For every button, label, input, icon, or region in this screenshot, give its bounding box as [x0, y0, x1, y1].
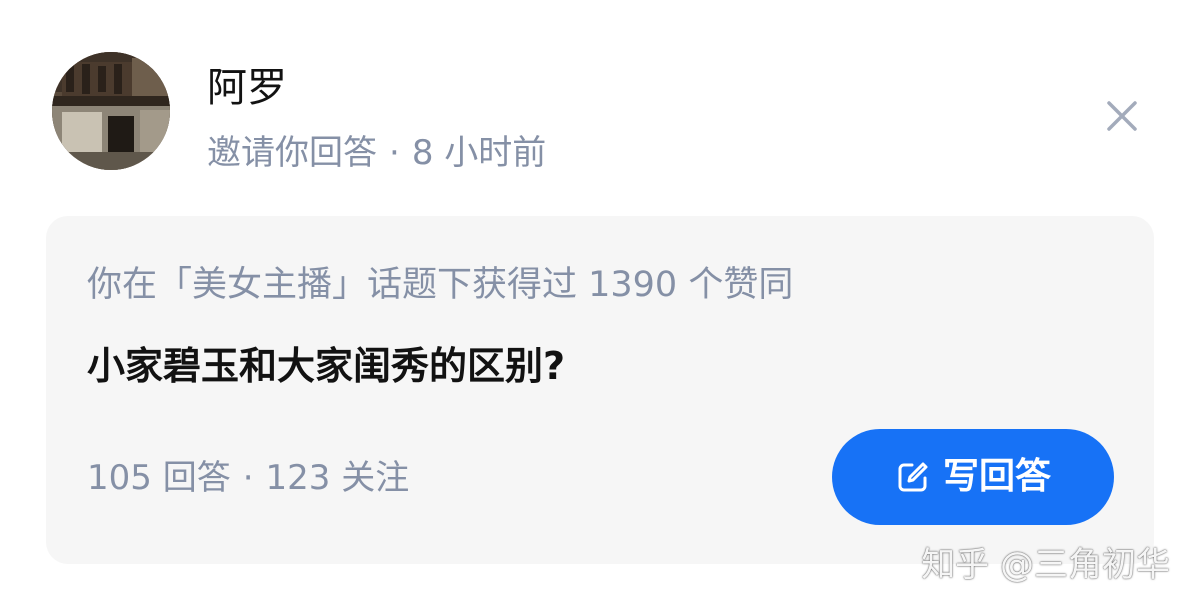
answer-count: 105 回答 — [87, 458, 231, 498]
close-button[interactable] — [1102, 96, 1142, 136]
write-answer-label: 写回答 — [942, 456, 1051, 497]
watermark: 知乎 @三角初华 — [921, 545, 1170, 585]
invitation-action: 邀请你回答 — [207, 133, 377, 173]
stats-separator: · — [242, 458, 254, 498]
write-answer-button[interactable]: 写回答 — [832, 429, 1114, 525]
edit-icon — [895, 459, 931, 495]
user-name[interactable]: 阿罗 — [207, 62, 287, 114]
avatar-photo — [52, 52, 170, 170]
question-title[interactable]: 小家碧玉和大家闺秀的区别? — [87, 340, 565, 392]
invitation-meta: 邀请你回答 · 8 小时前 — [207, 130, 546, 176]
close-icon — [1107, 101, 1137, 131]
question-card[interactable]: 你在「美女主播」话题下获得过 1390 个赞同 小家碧玉和大家闺秀的区别? 10… — [46, 216, 1154, 564]
avatar[interactable] — [52, 52, 170, 170]
recommendation-reason: 你在「美女主播」话题下获得过 1390 个赞同 — [87, 265, 794, 305]
time-ago: 8 小时前 — [411, 133, 547, 173]
follower-count: 123 关注 — [265, 458, 410, 498]
meta-separator: · — [389, 133, 400, 173]
question-stats: 105 回答 · 123 关注 — [87, 455, 409, 501]
